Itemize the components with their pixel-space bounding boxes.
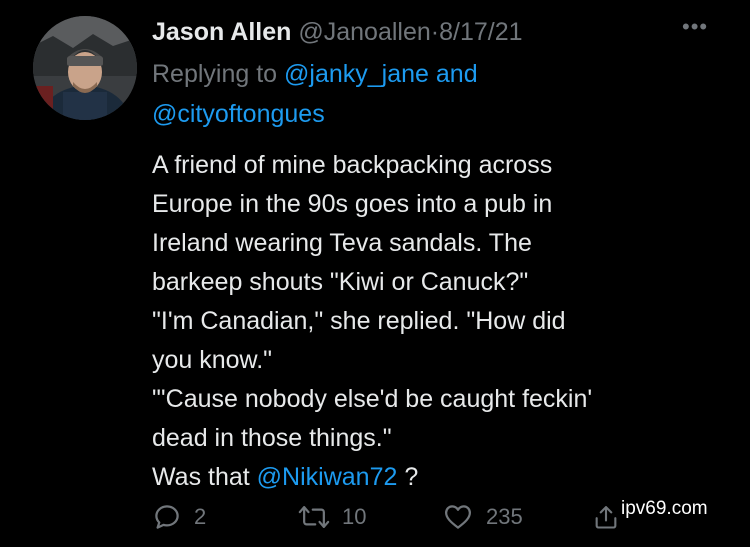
body-line: "I'm Canadian," she replied. "How did: [152, 307, 566, 335]
last-line-prefix: Was that: [152, 463, 257, 491]
replying-prefix: Replying to: [152, 60, 285, 88]
body-line: "'Cause nobody else'd be caught feckin': [152, 385, 593, 413]
body-line-last: Was that @Nikiwan72 ?: [152, 458, 732, 497]
body-line: you know.": [152, 346, 273, 374]
share-icon: [595, 506, 617, 529]
retweet-button[interactable]: 10: [298, 502, 366, 532]
retweet-icon: [298, 506, 330, 528]
like-button[interactable]: 235: [442, 502, 523, 532]
body-line: dead in those things.": [152, 424, 392, 452]
separator-dot: ·: [430, 18, 440, 46]
avatar[interactable]: [33, 16, 137, 120]
replying-joiner: and: [428, 60, 478, 88]
mention-link[interactable]: @cityoftongues: [152, 100, 325, 128]
more-options-icon[interactable]: •••: [682, 14, 708, 40]
mention-link[interactable]: @Nikiwan72: [257, 463, 398, 491]
tweet-header: Jason Allen @Janoallen·8/17/21: [152, 14, 523, 50]
like-count: 235: [486, 504, 523, 529]
reply-button[interactable]: 2: [152, 502, 206, 532]
reply-count: 2: [194, 504, 207, 529]
body-line: Ireland wearing Teva sandals. The: [152, 229, 532, 257]
share-button[interactable]: [592, 502, 620, 532]
heart-icon: [445, 505, 471, 529]
body-line: A friend of mine backpacking across: [152, 151, 553, 179]
author-name[interactable]: Jason Allen: [152, 18, 291, 46]
replying-to: Replying to @janky_jane and @cityoftongu…: [152, 54, 712, 134]
mention-link[interactable]: @janky_jane: [284, 60, 429, 88]
body-line: Europe in the 90s goes into a pub in: [152, 190, 553, 218]
tweet-date[interactable]: 8/17/21: [439, 18, 522, 46]
body-line: barkeep shouts "Kiwi or Canuck?": [152, 268, 529, 296]
avatar-photo: [33, 16, 137, 120]
reply-icon: [155, 505, 179, 529]
author-handle[interactable]: @Janoallen: [298, 18, 430, 46]
retweet-count: 10: [342, 504, 367, 529]
last-line-suffix: ?: [397, 463, 419, 491]
watermark: ipv69.com: [621, 498, 708, 519]
tweet-body: A friend of mine backpacking across Euro…: [152, 146, 732, 497]
